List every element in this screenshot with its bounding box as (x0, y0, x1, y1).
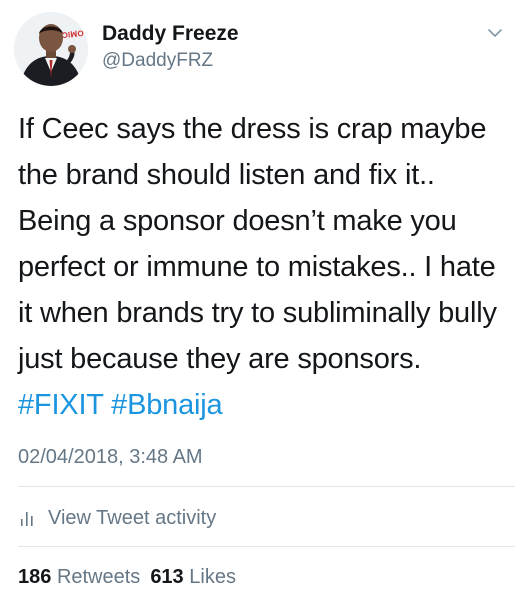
retweets-stat[interactable]: 186 Retweets (18, 566, 140, 588)
tweet-body: If Ceec says the dress is crap maybe the… (18, 113, 497, 375)
tweet-stats: 186 Retweets 613 Likes (18, 565, 246, 589)
likes-stat[interactable]: 613 Likes (150, 566, 236, 588)
hashtag-bbnaija[interactable]: #Bbnaija (111, 389, 222, 421)
author-handle[interactable]: @DaddyFRZ (102, 50, 213, 72)
tweet-header: ƆIꟽO Daddy Freeze @DaddyFRZ (14, 8, 504, 88)
retweets-label: Retweets (56, 566, 141, 588)
avatar[interactable]: ƆIꟽO (14, 12, 88, 86)
tweet-card: ƆIꟽO Daddy Freeze @DaddyFRZ If Ceec says… (0, 0, 515, 594)
tweet-text: If Ceec says the dress is crap maybe the… (18, 106, 508, 428)
likes-count: 613 (150, 566, 184, 588)
hashtag-fixit[interactable]: #FIXIT (18, 389, 103, 421)
chevron-down-icon[interactable] (486, 24, 504, 42)
bar-chart-icon (18, 508, 38, 528)
divider (18, 546, 515, 547)
retweets-count: 186 (18, 566, 52, 588)
view-tweet-activity-link[interactable]: View Tweet activity (18, 505, 216, 531)
divider (18, 486, 515, 487)
likes-label: Likes (189, 566, 236, 588)
avatar-image (14, 12, 88, 86)
author-display-name[interactable]: Daddy Freeze (102, 22, 239, 46)
view-tweet-activity-label: View Tweet activity (48, 507, 217, 529)
tweet-timestamp[interactable]: 02/04/2018, 3:48 AM (18, 445, 203, 469)
